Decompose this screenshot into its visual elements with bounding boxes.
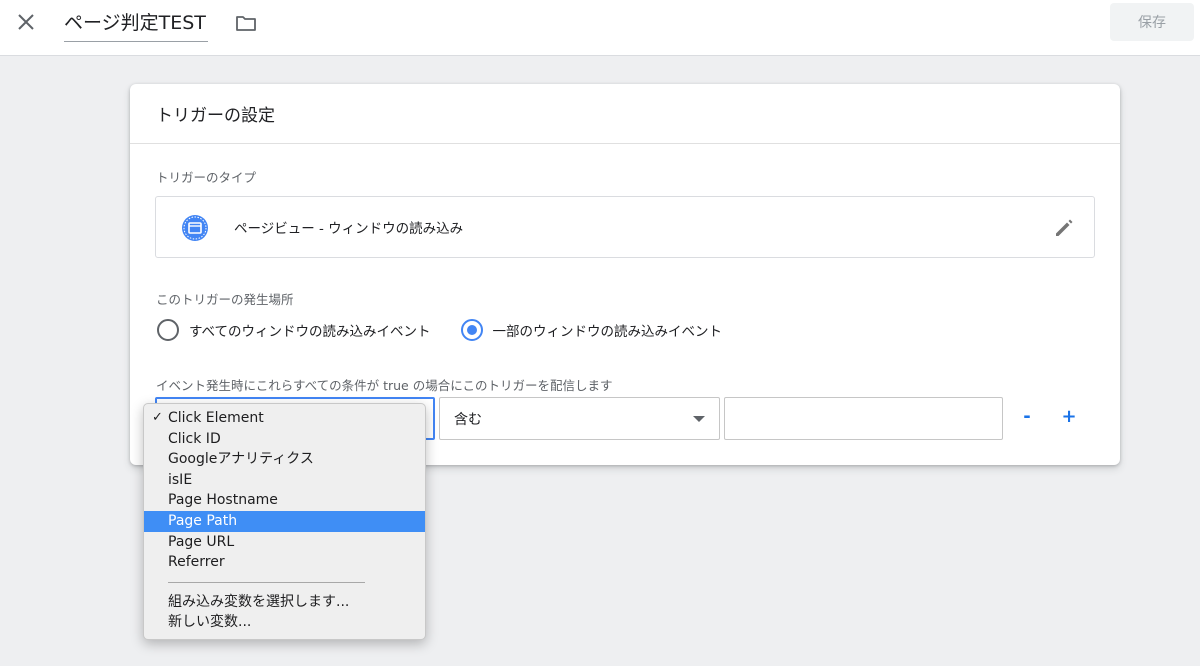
trigger-type-box[interactable]: ページビュー - ウィンドウの読み込み [155, 196, 1095, 258]
condition-label: イベント発生時にこれらすべての条件が true の場合にこのトリガーを配信します [156, 378, 613, 393]
menu-item-page-url[interactable]: Page URL [144, 532, 425, 553]
card-header: トリガーの設定 [130, 84, 1120, 144]
operator-value: 含む [454, 412, 482, 428]
condition-value-input[interactable] [724, 397, 1003, 440]
menu-item-label: Googleアナリティクス [168, 451, 314, 468]
menu-item-choose-builtin[interactable]: 組み込み変数を選択します... [144, 592, 425, 613]
menu-item-isie[interactable]: isIE [144, 470, 425, 491]
menu-item-click-id[interactable]: Click ID [144, 429, 425, 450]
menu-item-page-path[interactable]: Page Path [144, 510, 425, 532]
menu-item-label: Click Element [168, 410, 264, 426]
remove-condition-button[interactable]: - [1015, 406, 1039, 430]
menu-item-page-hostname[interactable]: Page Hostname [144, 490, 425, 511]
trigger-type-value: ページビュー - ウィンドウの読み込み [234, 221, 464, 237]
operator-select[interactable]: 含む [439, 397, 720, 440]
close-button[interactable] [12, 8, 40, 36]
chevron-down-icon [693, 416, 705, 422]
menu-separator [168, 581, 365, 583]
checkmark-icon: ✓ [152, 410, 163, 425]
add-condition-button[interactable]: + [1057, 406, 1081, 430]
radio-label: すべてのウィンドウの読み込みイベント [189, 324, 431, 340]
menu-item-new-variable[interactable]: 新しい変数... [144, 612, 425, 633]
menu-item-google-analytics[interactable]: Googleアナリティクス [144, 449, 425, 470]
radio-some-window-load[interactable]: 一部のウィンドウの読み込みイベント [460, 319, 723, 341]
radio-all-window-load[interactable]: すべてのウィンドウの読み込みイベント [157, 319, 431, 341]
menu-item-label: Page Path [168, 512, 238, 529]
menu-item-click-element[interactable]: ✓ Click Element [144, 408, 425, 429]
menu-item-referrer[interactable]: Referrer [144, 552, 425, 573]
trigger-type-label: トリガーのタイプ [156, 170, 257, 185]
folder-button[interactable] [234, 11, 258, 35]
page-title[interactable]: ページ判定TEST [64, 10, 208, 42]
menu-item-label: isIE [168, 471, 193, 488]
fires-on-label: このトリガーの発生場所 [156, 292, 294, 307]
menu-item-label: Page URL [168, 533, 235, 550]
radio-button[interactable] [157, 319, 179, 341]
menu-item-label: Page Hostname [168, 492, 278, 509]
radio-label: 一部のウィンドウの読み込みイベント [492, 324, 723, 340]
radio-button-checked[interactable] [460, 319, 483, 341]
menu-item-label: 新しい変数... [168, 614, 252, 631]
variable-dropdown-menu: ✓ Click Element Click ID Googleアナリティクス i… [143, 403, 426, 640]
folder-icon [236, 16, 256, 31]
fires-on-radio-group: すべてのウィンドウの読み込みイベント 一部のウィンドウの読み込みイベント [157, 318, 752, 342]
menu-item-label: Referrer [168, 554, 225, 571]
menu-item-label: 組み込み変数を選択します... [168, 593, 350, 610]
pencil-icon[interactable] [1052, 216, 1076, 240]
menu-item-label: Click ID [168, 430, 221, 447]
top-bar: ページ判定TEST 保存 [0, 0, 1200, 56]
page-view-icon [182, 215, 208, 241]
save-button[interactable]: 保存 [1110, 3, 1194, 41]
close-icon [18, 14, 34, 30]
